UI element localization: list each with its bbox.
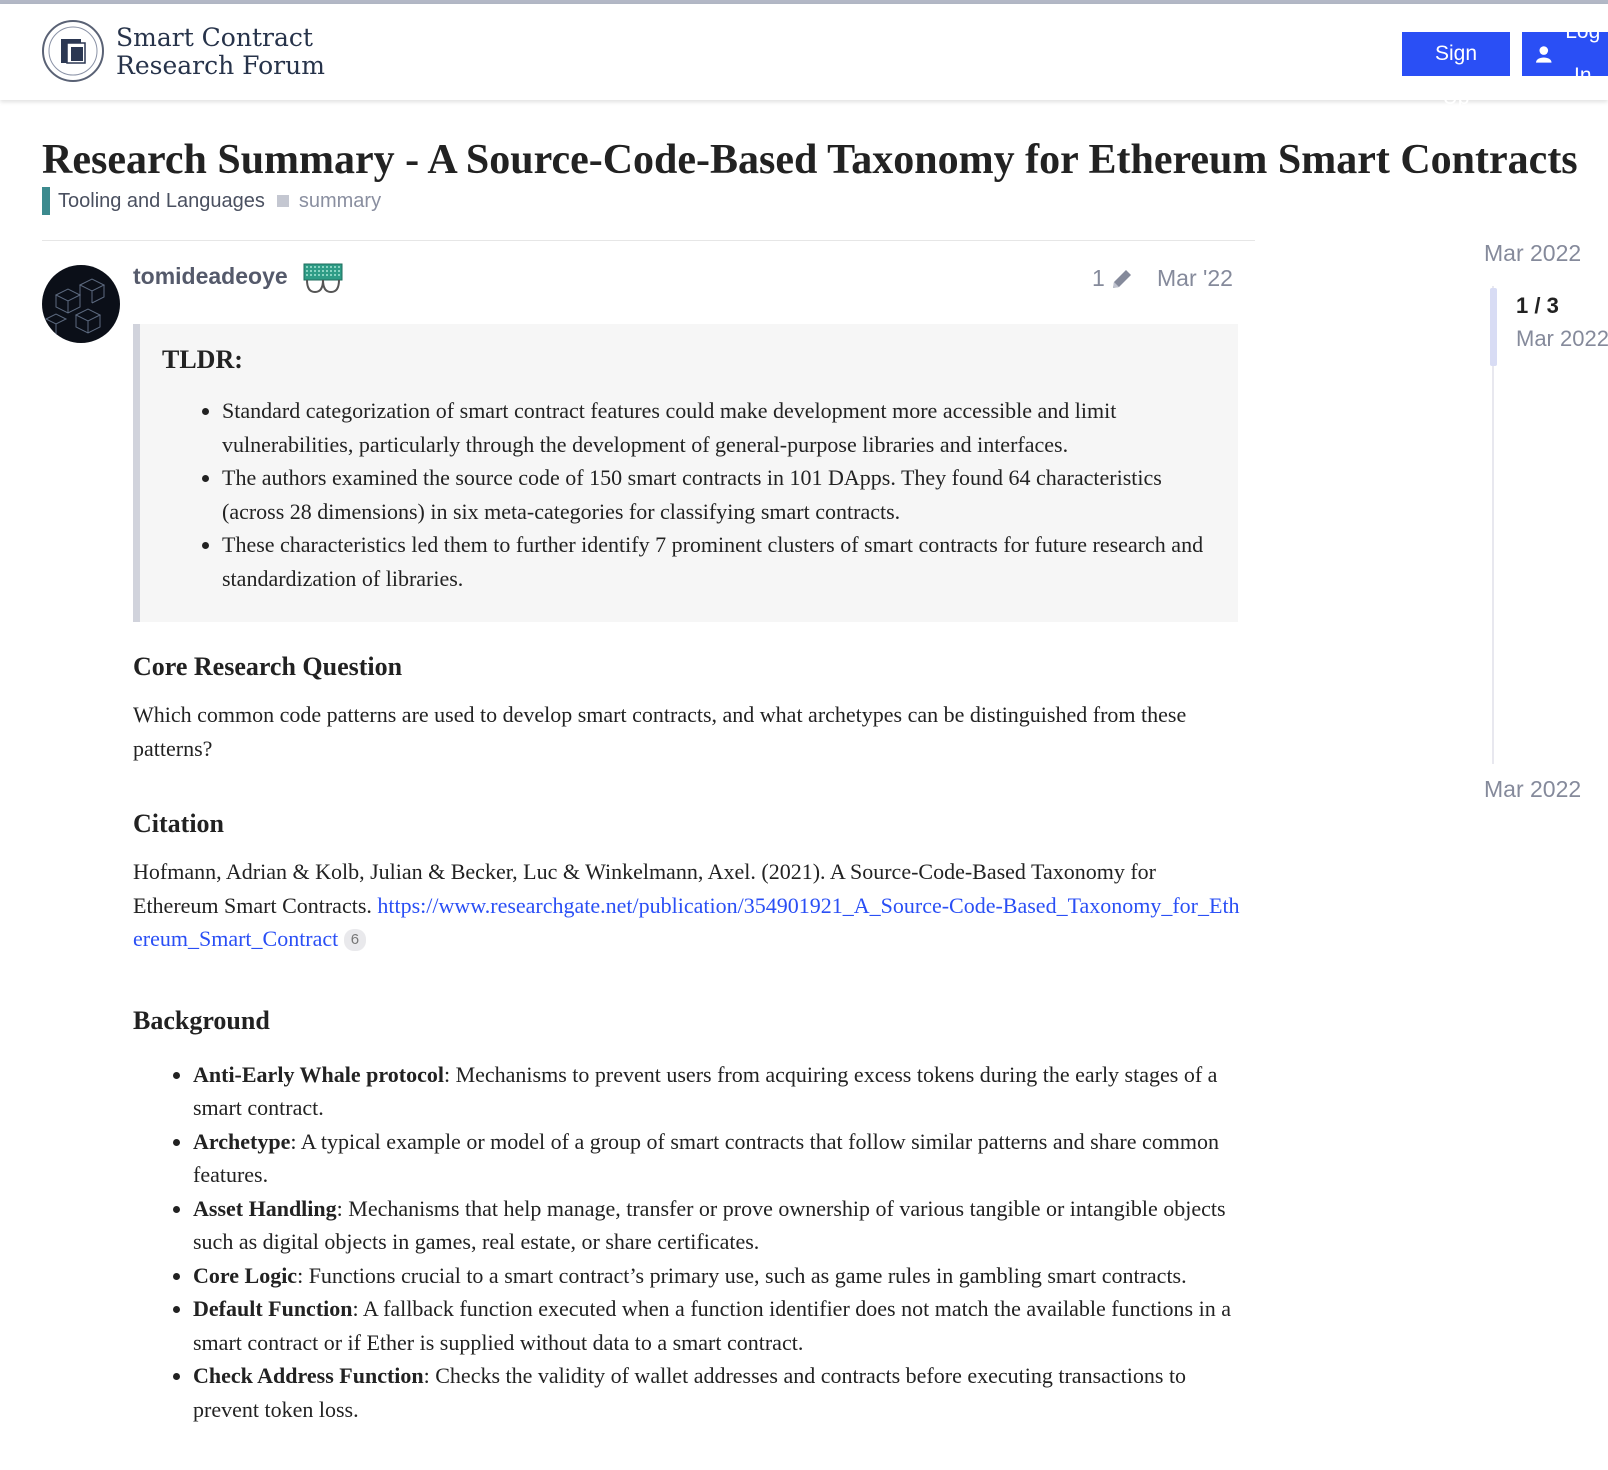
list-item: Core Logic: Functions crucial to a smart… (193, 1259, 1243, 1293)
term: Check Address Function (193, 1363, 424, 1388)
term-desc: : Mechanisms that help manage, transfer … (193, 1195, 1226, 1255)
background-heading: Background (133, 1005, 270, 1035)
term: Core Logic (193, 1262, 298, 1288)
list-item: Check Address Function: Checks the valid… (193, 1359, 1243, 1426)
user-icon (1536, 46, 1552, 63)
timeline-current-date: Mar 2022 (1516, 326, 1608, 351)
edit-history[interactable]: 1 (1092, 265, 1133, 292)
forum-name[interactable]: Smart Contract Research Forum (116, 24, 325, 80)
flair-badge-icon (303, 263, 343, 294)
tldr-quote: TLDR: Standard categorization of smart c… (133, 324, 1238, 622)
list-item: Default Function: A fallback function ex… (193, 1292, 1243, 1359)
avatar-cubes-icon (44, 278, 106, 335)
citation-heading: Citation (133, 809, 224, 838)
core-question-heading: Core Research Question (133, 652, 403, 681)
term: Archetype (193, 1128, 291, 1154)
sign-up-button[interactable]: Sign Up (1402, 32, 1510, 109)
avatar[interactable] (42, 265, 120, 343)
list-item: Standard categorization of smart contrac… (222, 394, 1214, 461)
background-list: Anti-Early Whale protocol: Mechanisms to… (133, 1058, 1243, 1427)
timeline-start-date[interactable]: Mar 2022 (1484, 240, 1581, 267)
core-question-text: Which common code patterns are used to d… (133, 702, 1187, 761)
post-body: Core Research Question Which common code… (133, 650, 1243, 1426)
forum-name-line2: Research Forum (116, 51, 325, 80)
log-in-button[interactable]: Log In (1522, 20, 1608, 87)
topic-title[interactable]: Research Summary - A Source-Code-Based T… (42, 134, 1578, 186)
list-item: Anti-Early Whale protocol: Mechanisms to… (193, 1058, 1243, 1125)
site-header: Smart Contract Research Forum Sign Up Lo… (0, 4, 1608, 109)
logo-emblem-icon (48, 26, 98, 76)
list-item: Asset Handling: Mechanisms that help man… (193, 1192, 1243, 1259)
forum-logo[interactable] (42, 20, 104, 82)
tldr-list: Standard categorization of smart contrac… (162, 394, 1214, 595)
tag-square-icon (276, 195, 289, 207)
post-username[interactable]: tomideadeoye (133, 263, 288, 290)
citation-paragraph: Hofmann, Adrian & Kolb, Julian & Becker,… (133, 855, 1243, 956)
timeline-handle[interactable] (1490, 288, 1497, 366)
term: Default Function (193, 1296, 353, 1321)
timeline-position: 1 / 3 (1516, 293, 1559, 318)
term: Asset Handling (193, 1195, 337, 1221)
list-item: Archetype: A typical example or model of… (193, 1125, 1243, 1192)
forum-name-line1: Smart Contract (116, 23, 313, 52)
category-link[interactable]: Tooling and Languages (58, 190, 265, 213)
list-item: These characteristics led them to furthe… (222, 528, 1214, 595)
edit-count: 1 (1092, 265, 1105, 291)
post-date[interactable]: Mar '22 (1157, 265, 1233, 292)
category-color-bar (42, 187, 50, 215)
tldr-heading: TLDR: (162, 345, 243, 374)
tag-link[interactable]: summary (299, 190, 381, 213)
term-desc: : A typical example or model of a group … (193, 1128, 1219, 1188)
link-click-count: 6 (343, 929, 367, 951)
timeline-end-date[interactable]: Mar 2022 (1484, 776, 1581, 803)
term-desc: : Functions crucial to a smart contract’… (297, 1262, 1187, 1288)
term: Anti-Early Whale protocol (193, 1061, 444, 1087)
topic-category-row: Tooling and Languages summary (42, 186, 381, 216)
pencil-icon (1112, 269, 1131, 288)
log-in-label: Log In (1565, 20, 1601, 87)
list-item: The authors examined the source code of … (222, 461, 1214, 528)
topic-divider (42, 240, 1255, 241)
